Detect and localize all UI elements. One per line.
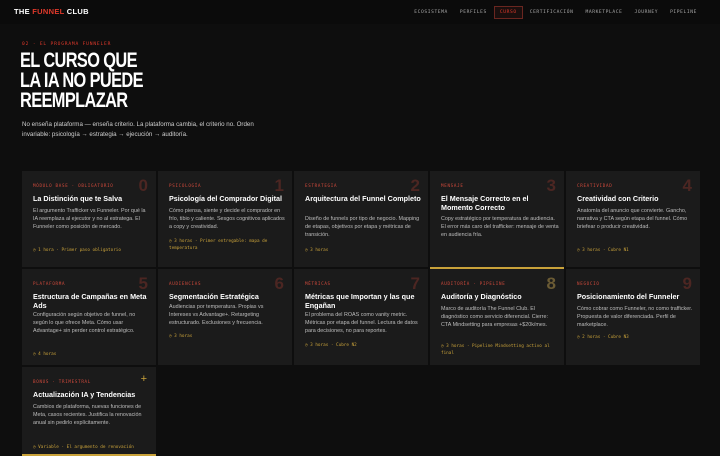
logo-text-accent: FUNNEL [32, 7, 65, 16]
module-description: Audiencias por temperatura. Propias vs I… [169, 304, 264, 327]
module-number: 6 [274, 274, 284, 293]
module-card-4[interactable]: CREATIVIDAD 4 Creatividad con Criterio A… [566, 171, 700, 267]
nav-link-perfiles[interactable]: PERFILES [455, 7, 492, 18]
module-meta: ◷ 3 horas · Cubre N1 [577, 248, 629, 253]
module-card-2[interactable]: ESTRATEGIA 2 Arquitectura del Funnel Com… [294, 171, 428, 267]
module-category: PLATAFORMA [33, 281, 66, 286]
module-category: PSICOLOGÍA [169, 183, 202, 188]
module-description: Cómo piensa, siente y decide el comprado… [169, 208, 285, 231]
module-description: Cómo cobrar como Funneler, no como traff… [577, 306, 693, 329]
module-category: MÉTRICAS [305, 281, 331, 286]
module-title: La Distinción que te Salva [33, 194, 123, 203]
module-number: 4 [682, 176, 692, 195]
module-number: 2 [410, 176, 420, 195]
brand-logo[interactable]: THE FUNNEL CLUB [14, 7, 89, 16]
module-title: Auditoría y Diagnóstico [441, 292, 522, 301]
module-title: Creatividad con Criterio [577, 194, 659, 203]
module-card-9[interactable]: NEGOCIO 9 Posicionamiento del Funneler C… [566, 269, 700, 365]
nav-link-certificacion[interactable]: CERTIFICACIÓN [525, 7, 579, 18]
module-category: CREATIVIDAD [577, 183, 613, 188]
module-description: El argumento Trafficker vs Funneler. Por… [33, 208, 146, 231]
module-category: MÓDULO BASE · OBLIGATORIO [33, 183, 114, 188]
module-title: Posicionamiento del Funneler [577, 292, 680, 301]
plus-icon: + [140, 373, 147, 385]
module-meta: ◷ 4 horas [33, 352, 57, 357]
module-description: Diseño de funnels por tipo de negocio. M… [305, 216, 420, 239]
module-meta: ◷ 3 horas · Pipeline Mindsetting activo … [441, 344, 550, 356]
module-category: AUDITORÍA · PIPELINE [441, 281, 506, 286]
module-description: Cambios de plataforma, nuevas funciones … [33, 404, 142, 427]
module-meta: ◷ 3 horas · Primer entregable: mapa de t… [169, 239, 268, 251]
module-description: El problema del ROAS como vanity metric.… [305, 312, 418, 335]
nav-link-ecosistema[interactable]: ECOSISTEMA [409, 7, 453, 18]
module-category: AUDIENCIAS [169, 281, 202, 286]
module-number: 9 [682, 274, 692, 293]
module-number: 8 [546, 274, 556, 293]
main-nav: ECOSISTEMA PERFILES CURSO CERTIFICACIÓN … [407, 0, 702, 24]
module-number: 5 [138, 274, 148, 293]
nav-link-marketplace[interactable]: MARKETPLACE [580, 7, 627, 18]
module-description: Copy estratégico por temperatura de audi… [441, 216, 559, 239]
module-description: Marco de auditoría The Funnel Club. El d… [441, 306, 548, 329]
module-card-6[interactable]: AUDIENCIAS 6 Segmentación Estratégica Au… [158, 269, 292, 365]
page-title-line: REEMPLAZAR [20, 89, 128, 112]
top-navigation-bar: THE FUNNEL CLUB ECOSISTEMA PERFILES CURS… [0, 0, 720, 24]
module-title: Estructura de Campañas en Meta Ads [33, 292, 147, 310]
module-description: Anatomía del anuncio que convierte. Ganc… [577, 208, 688, 231]
module-card-5[interactable]: PLATAFORMA 5 Estructura de Campañas en M… [22, 269, 156, 365]
module-meta: ◷ Variable · El argumento de renovación [33, 445, 134, 450]
module-number: 1 [274, 176, 284, 195]
module-title: Segmentación Estratégica [169, 292, 259, 301]
nav-link-pipeline[interactable]: PIPELINE [665, 7, 702, 18]
module-title: Psicología del Comprador Digital [169, 194, 283, 203]
logo-text-prefix: THE [14, 7, 33, 16]
module-card-3[interactable]: MENSAJE 3 El Mensaje Correcto en el Mome… [430, 171, 564, 267]
section-eyebrow: 02 · EL PROGRAMA FUNNELER [22, 42, 112, 47]
module-card-8[interactable]: AUDITORÍA · PIPELINE 8 Auditoría y Diagn… [430, 267, 564, 365]
module-category: BONUS · TRIMESTRAL [33, 379, 91, 384]
module-meta: ◷ 1 hora · Primer paso obligatorio [33, 248, 121, 253]
module-card-0[interactable]: MÓDULO BASE · OBLIGATORIO 0 La Distinció… [22, 171, 156, 267]
module-description: Configuración según objetivo de funnel, … [33, 312, 136, 335]
module-title: El Mensaje Correcto en el Momento Correc… [441, 194, 529, 212]
logo-text-suffix: CLUB [64, 7, 89, 16]
module-meta: ◷ 3 horas · Cubre N2 [305, 343, 357, 348]
hero-description: No enseña plataforma — enseña criterio. … [22, 121, 254, 138]
module-number: 7 [410, 274, 420, 293]
module-category: MENSAJE [441, 183, 464, 188]
module-category: NEGOCIO [577, 281, 600, 286]
module-meta: ◷ 3 horas [305, 248, 329, 253]
module-number: 0 [138, 176, 148, 195]
module-number: 3 [546, 176, 556, 195]
module-title: Actualización IA y Tendencias [33, 390, 136, 399]
module-title: Arquitectura del Funnel Completo [305, 194, 421, 203]
nav-link-curso[interactable]: CURSO [493, 5, 523, 19]
page-title-line: LA IA NO PUEDE [20, 69, 144, 92]
module-category: ESTRATEGIA [305, 183, 338, 188]
module-meta: ◷ 3 horas [169, 334, 193, 339]
module-title: Métricas que Importan y las que Engañan [305, 292, 415, 310]
module-card-bonus[interactable]: BONUS · TRIMESTRAL + Actualización IA y … [22, 367, 156, 456]
nav-link-journey[interactable]: JOURNEY [630, 7, 664, 18]
page-title: EL CURSO QUE LA IA NO PUEDE REEMPLAZAR [20, 49, 145, 112]
module-card-1[interactable]: PSICOLOGÍA 1 Psicología del Comprador Di… [158, 171, 292, 267]
module-card-7[interactable]: MÉTRICAS 7 Métricas que Importan y las q… [294, 269, 428, 365]
page-title-line: EL CURSO QUE [20, 49, 138, 72]
module-meta: ◷ 2 horas · Cubre N3 [577, 335, 629, 340]
